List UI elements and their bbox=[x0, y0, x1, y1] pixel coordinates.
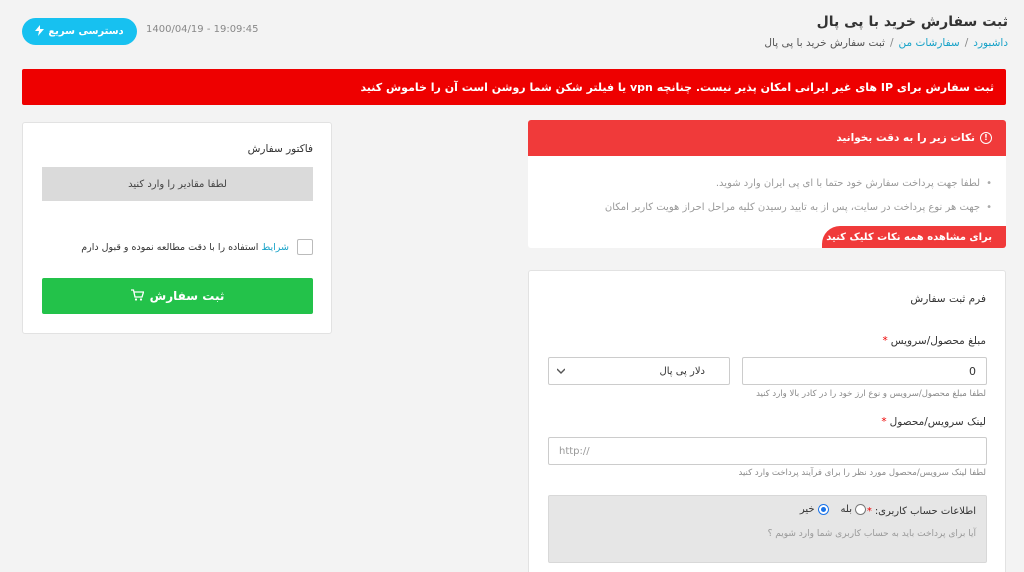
radio-no[interactable] bbox=[817, 504, 829, 515]
notes-header-text: نکات زیر را به دقت بخوانید bbox=[836, 132, 975, 144]
quick-access-button[interactable]: دسترسی سریع bbox=[22, 18, 137, 45]
form-title: فرم ثبت سفارش bbox=[910, 293, 986, 305]
account-hint: آیا برای پرداخت باید به حساب کاربری شما … bbox=[767, 529, 976, 539]
currency-select[interactable]: دلار پی پال bbox=[548, 357, 730, 385]
submit-label: ثبت سفارش bbox=[149, 289, 225, 303]
vpn-alert: ثبت سفارش برای IP های غیر ایرانی امکان پ… bbox=[22, 69, 1006, 105]
link-input[interactable]: http:// bbox=[548, 437, 987, 465]
datetime: 1400/04/19 - 19:09:45 bbox=[146, 24, 259, 35]
lightning-icon bbox=[35, 24, 45, 39]
list-item: جهت هر نوع پرداخت در سایت، پس از به تایی… bbox=[537, 202, 992, 226]
order-form-card: فرم ثبت سفارش مبلغ محصول/سرویس* 0 دلار پ… bbox=[528, 270, 1006, 572]
alert-text: ثبت سفارش برای IP های غیر ایرانی امکان پ… bbox=[360, 80, 994, 94]
radio-yes-option[interactable]: بله bbox=[841, 504, 866, 515]
notes-list: لطفا جهت پرداخت سفارش خود حتما با آی پی … bbox=[537, 178, 992, 226]
amount-input[interactable]: 0 bbox=[742, 357, 987, 385]
currency-selected-value: دلار پی پال bbox=[659, 365, 705, 377]
terms-text: استفاده را با دقت مطالعه نموده و قبول دا… bbox=[81, 241, 259, 253]
amount-label: مبلغ محصول/سرویس* bbox=[882, 335, 986, 347]
invoice-card: فاکتور سفارش لطفا مقادیر را وارد کنید شر… bbox=[22, 122, 332, 334]
account-radio-group: بله خیر bbox=[800, 504, 866, 515]
notes-card: ! نکات زیر را به دقت بخوانید لطفا جهت پر… bbox=[528, 120, 1006, 248]
radio-no-option[interactable]: خیر bbox=[800, 504, 829, 515]
link-label: لینک سرویس/محصول* bbox=[881, 416, 986, 428]
info-icon: ! bbox=[980, 132, 992, 144]
list-item: لطفا جهت پرداخت سفارش خود حتما با آی پی … bbox=[537, 178, 992, 202]
terms-link[interactable]: شرایط bbox=[261, 242, 289, 253]
account-label: اطلاعات حساب کاربری:* bbox=[866, 506, 976, 517]
link-hint: لطفا لینک سرویس/محصول مورد نظر را برای ف… bbox=[738, 468, 986, 478]
breadcrumb-dashboard[interactable]: داشبورد bbox=[973, 37, 1008, 49]
breadcrumb: داشبورد/سفارشات من/ثبت سفارش خرید با پی … bbox=[764, 37, 1008, 49]
breadcrumb-my-orders[interactable]: سفارشات من bbox=[899, 37, 960, 49]
top-bar: ثبت سفارش خرید با پی پال داشبورد/سفارشات… bbox=[0, 0, 1024, 60]
terms-checkbox[interactable] bbox=[297, 239, 313, 255]
notes-header: ! نکات زیر را به دقت بخوانید bbox=[528, 120, 1006, 156]
breadcrumb-current: ثبت سفارش خرید با پی پال bbox=[764, 37, 885, 49]
account-info-box: اطلاعات حساب کاربری:* بله خیر آیا برای پ… bbox=[548, 495, 987, 563]
page-title: ثبت سفارش خرید با پی پال bbox=[816, 14, 1008, 30]
invoice-empty-message: لطفا مقادیر را وارد کنید bbox=[42, 167, 313, 201]
show-all-notes-button[interactable]: برای مشاهده همه نکات کلیک کنید bbox=[822, 226, 1006, 248]
cart-icon bbox=[130, 288, 145, 304]
invoice-title: فاکتور سفارش bbox=[247, 143, 313, 155]
chevron-down-icon bbox=[556, 367, 566, 376]
radio-yes[interactable] bbox=[855, 504, 866, 515]
quick-access-label: دسترسی سریع bbox=[48, 26, 124, 37]
amount-hint: لطفا مبلغ محصول/سرویس و نوع ارز خود را د… bbox=[756, 389, 986, 399]
submit-order-button[interactable]: ثبت سفارش bbox=[42, 278, 313, 314]
terms-row: شرایط استفاده را با دقت مطالعه نموده و ق… bbox=[81, 239, 313, 255]
